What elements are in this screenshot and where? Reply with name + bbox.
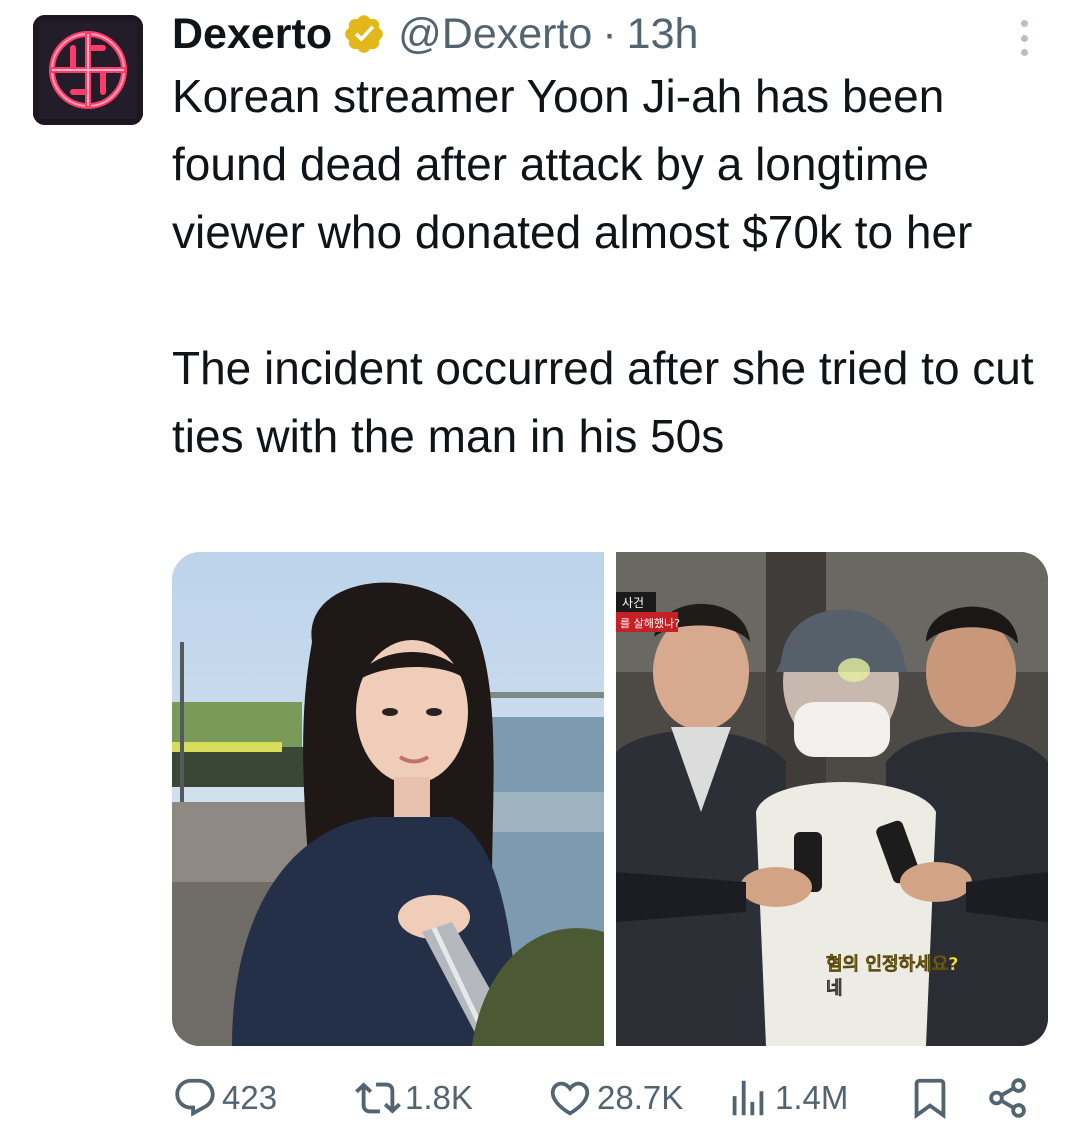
dexerto-logo-icon xyxy=(33,15,143,125)
reply-button[interactable]: 423 xyxy=(172,1068,277,1128)
verified-badge-icon[interactable] xyxy=(342,12,386,56)
photo-overlay-tag-1: 사건 xyxy=(622,596,644,610)
timestamp[interactable]: 13h xyxy=(627,10,699,59)
display-name[interactable]: Dexerto xyxy=(172,10,332,59)
tweet-header: Dexerto @Dexerto · 13h xyxy=(172,6,698,62)
handle[interactable]: @Dexerto xyxy=(398,10,592,59)
media-photo-right[interactable]: 사건 를 살해했나? 혐의 인정하세요? 네 xyxy=(616,552,1048,1046)
tweet-text-paragraph-2: The incident occurred after she tried to… xyxy=(172,342,1034,462)
tweet-media[interactable]: 사건 를 살해했나? 혐의 인정하세요? 네 xyxy=(172,552,1048,1046)
avatar[interactable] xyxy=(33,15,143,125)
tweet-text-paragraph-1: Korean streamer Yoon Ji-ah has been foun… xyxy=(172,70,973,258)
reply-icon xyxy=(175,1078,215,1117)
tweet[interactable]: Dexerto @Dexerto · 13h Korean streamer Y… xyxy=(0,0,1080,1138)
heart-icon xyxy=(550,1081,590,1116)
share-icon xyxy=(989,1078,1026,1118)
photo-overlay-tag-2: 를 살해했나? xyxy=(620,616,680,630)
bookmark-icon xyxy=(914,1078,946,1119)
more-options-icon[interactable] xyxy=(1013,20,1035,56)
photo-caption-question: 혐의 인정하세요? xyxy=(826,953,959,975)
tweet-actions: 423 1.8K 28.7K 1.4M xyxy=(172,1068,1042,1128)
repost-count: 1.8K xyxy=(405,1079,473,1116)
repost-icon xyxy=(355,1082,401,1114)
analytics-icon xyxy=(732,1080,764,1116)
media-photo-left[interactable] xyxy=(172,552,604,1046)
repost-button[interactable]: 1.8K xyxy=(355,1068,473,1128)
views-button[interactable]: 1.4M xyxy=(725,1068,848,1128)
reply-count: 423 xyxy=(222,1079,278,1116)
like-count: 28.7K xyxy=(597,1079,684,1116)
bookmark-button[interactable] xyxy=(907,1068,957,1128)
views-count: 1.4M xyxy=(775,1079,849,1116)
share-button[interactable] xyxy=(985,1068,1035,1128)
separator-dot: · xyxy=(602,9,617,58)
tweet-text: Korean streamer Yoon Ji-ah has been foun… xyxy=(172,62,1052,470)
photo-caption-answer: 네 xyxy=(826,978,843,999)
like-button[interactable]: 28.7K xyxy=(547,1068,683,1128)
